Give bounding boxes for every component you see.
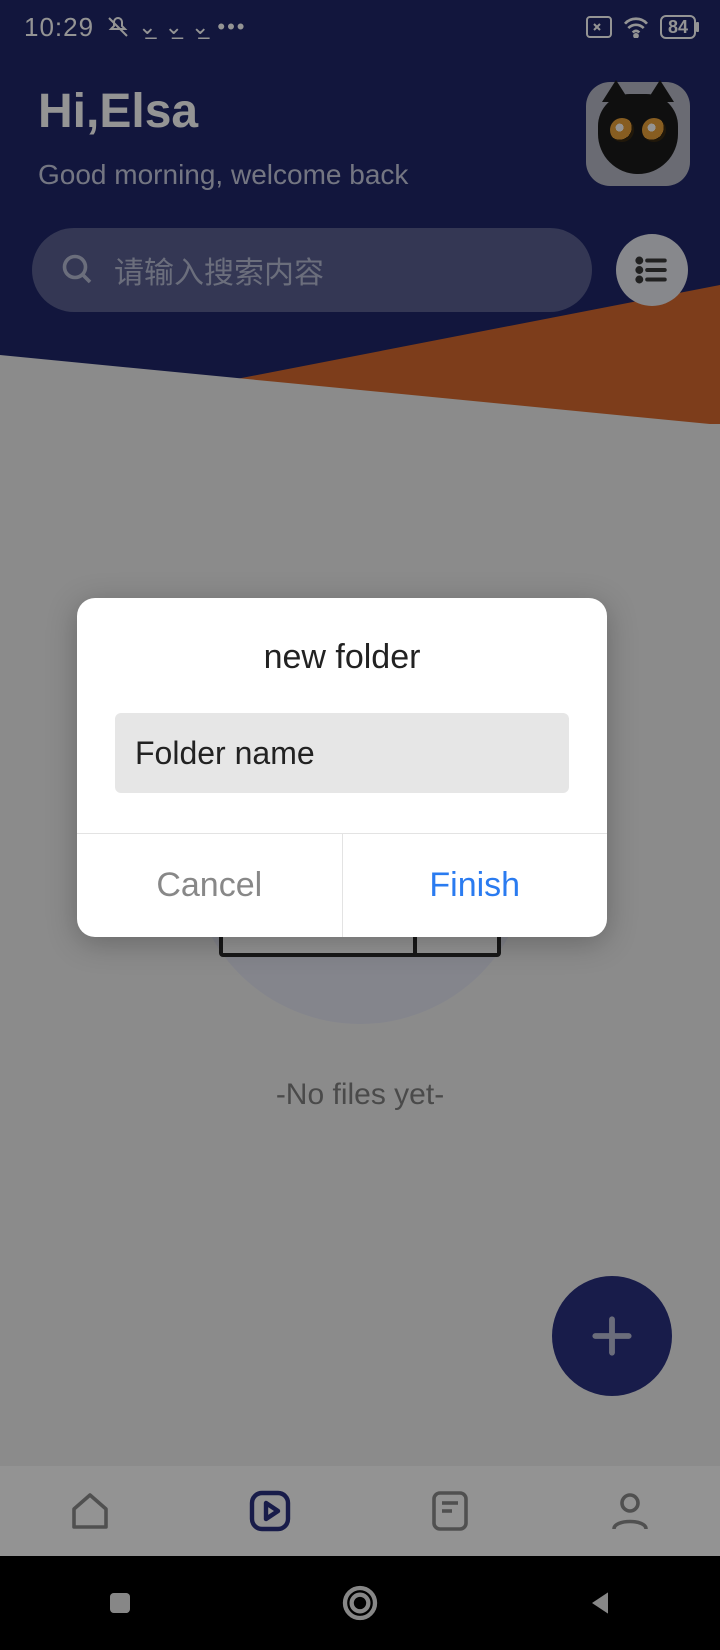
finish-button[interactable]: Finish <box>343 834 608 937</box>
screen: Hi,Elsa Good morning, welcome back 请输入搜索… <box>0 0 720 1650</box>
cancel-button[interactable]: Cancel <box>77 834 343 937</box>
folder-name-input[interactable]: Folder name <box>115 713 569 793</box>
new-folder-dialog: new folder Folder name Cancel Finish <box>77 598 607 937</box>
dialog-buttons: Cancel Finish <box>77 833 607 937</box>
dialog-title: new folder <box>77 598 607 713</box>
folder-name-placeholder: Folder name <box>135 735 315 772</box>
